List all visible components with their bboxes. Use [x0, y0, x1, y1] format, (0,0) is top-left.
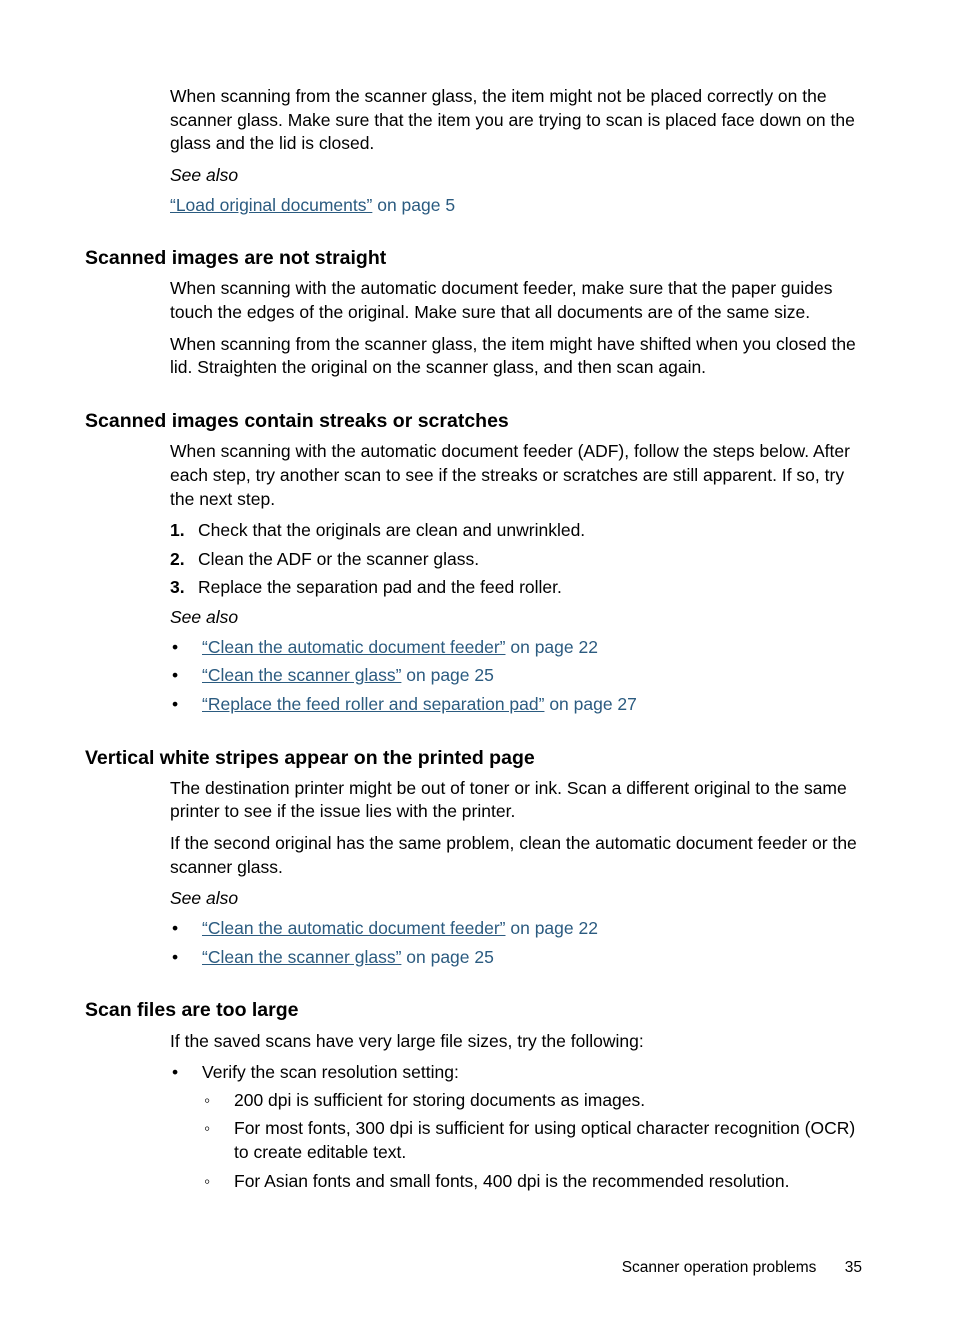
intro-link-row: “Load original documents” on page 5 [170, 194, 862, 218]
clean-adf-link[interactable]: “Clean the automatic document feeder” [202, 918, 506, 938]
ring-bullet-icon: ◦ [202, 1170, 234, 1194]
section-heading: Scanned images are not straight [85, 245, 862, 271]
clean-adf-link[interactable]: “Clean the automatic document feeder” [202, 637, 506, 657]
list-item: ◦For most fonts, 300 dpi is sufficient f… [202, 1117, 862, 1164]
intro-paragraph: When scanning from the scanner glass, th… [170, 85, 862, 156]
see-also-links: •“Clean the automatic document feeder” o… [170, 917, 862, 969]
load-original-documents-link[interactable]: “Load original documents” [170, 195, 372, 215]
list-item: •“Replace the feed roller and separation… [170, 693, 862, 717]
clean-scanner-glass-link[interactable]: “Clean the scanner glass” [202, 947, 401, 967]
bullet-icon: • [170, 664, 202, 688]
clean-scanner-glass-link[interactable]: “Clean the scanner glass” [202, 665, 401, 685]
ordered-steps: 1.Check that the originals are clean and… [170, 519, 862, 600]
section-scan-files-too-large: Scan files are too large If the saved sc… [85, 997, 862, 1198]
section-streaks-scratches: Scanned images contain streaks or scratc… [85, 408, 862, 717]
tip-text: Verify the scan resolution setting: [202, 1061, 862, 1085]
list-item: 3.Replace the separation pad and the fee… [170, 576, 862, 600]
section-paragraph: If the second original has the same prob… [170, 832, 862, 879]
step-number: 1. [170, 519, 198, 543]
link-page-ref: on page 22 [506, 918, 598, 938]
section-paragraph: The destination printer might be out of … [170, 777, 862, 824]
bullet-icon: • [170, 917, 202, 941]
sub-tips: ◦200 dpi is sufficient for storing docum… [202, 1089, 862, 1194]
bullet-icon: • [170, 636, 202, 660]
link-page-ref: on page 25 [401, 947, 493, 967]
list-item: 1.Check that the originals are clean and… [170, 519, 862, 543]
link-page-ref: on page 25 [401, 665, 493, 685]
step-number: 2. [170, 548, 198, 572]
bullet-icon: • [170, 1061, 202, 1198]
list-item: ◦For Asian fonts and small fonts, 400 dp… [202, 1170, 862, 1194]
list-item: •“Clean the automatic document feeder” o… [170, 636, 862, 660]
page: When scanning from the scanner glass, th… [0, 0, 954, 1321]
section-heading: Scan files are too large [85, 997, 862, 1023]
list-item: •“Clean the automatic document feeder” o… [170, 917, 862, 941]
list-item: ◦200 dpi is sufficient for storing docum… [202, 1089, 862, 1113]
step-text: Check that the originals are clean and u… [198, 519, 585, 543]
subtip-text: 200 dpi is sufficient for storing docume… [234, 1089, 645, 1113]
bullet-icon: • [170, 946, 202, 970]
section-paragraph: When scanning with the automatic documen… [170, 277, 862, 324]
ring-bullet-icon: ◦ [202, 1089, 234, 1113]
section-heading: Vertical white stripes appear on the pri… [85, 745, 862, 771]
link-page-ref: on page 27 [544, 694, 636, 714]
see-also-links: •“Clean the automatic document feeder” o… [170, 636, 862, 717]
section-vertical-white-stripes: Vertical white stripes appear on the pri… [85, 745, 862, 970]
list-item: 2.Clean the ADF or the scanner glass. [170, 548, 862, 572]
see-also-label: See also [170, 887, 862, 911]
link-page-ref: on page 22 [506, 637, 598, 657]
link-page-ref: on page 5 [372, 195, 455, 215]
list-item: • Verify the scan resolution setting: ◦2… [170, 1061, 862, 1198]
step-number: 3. [170, 576, 198, 600]
ring-bullet-icon: ◦ [202, 1117, 234, 1164]
see-also-label: See also [170, 164, 862, 188]
section-scanned-images-not-straight: Scanned images are not straight When sca… [85, 245, 862, 380]
section-paragraph: If the saved scans have very large file … [170, 1030, 862, 1054]
section-paragraph: When scanning with the automatic documen… [170, 440, 862, 511]
subtip-text: For most fonts, 300 dpi is sufficient fo… [234, 1117, 862, 1164]
step-text: Replace the separation pad and the feed … [198, 576, 562, 600]
section-paragraph: When scanning from the scanner glass, th… [170, 333, 862, 380]
tips-list: • Verify the scan resolution setting: ◦2… [170, 1061, 862, 1198]
list-item: •“Clean the scanner glass” on page 25 [170, 946, 862, 970]
bullet-icon: • [170, 693, 202, 717]
section-heading: Scanned images contain streaks or scratc… [85, 408, 862, 434]
replace-feed-roller-link[interactable]: “Replace the feed roller and separation … [202, 694, 544, 714]
footer-section-name: Scanner operation problems [622, 1259, 817, 1276]
page-footer: Scanner operation problems 35 [622, 1258, 862, 1279]
page-number: 35 [845, 1259, 862, 1276]
list-item: •“Clean the scanner glass” on page 25 [170, 664, 862, 688]
see-also-label: See also [170, 606, 862, 630]
intro-block: When scanning from the scanner glass, th… [170, 85, 862, 217]
subtip-text: For Asian fonts and small fonts, 400 dpi… [234, 1170, 789, 1194]
step-text: Clean the ADF or the scanner glass. [198, 548, 479, 572]
